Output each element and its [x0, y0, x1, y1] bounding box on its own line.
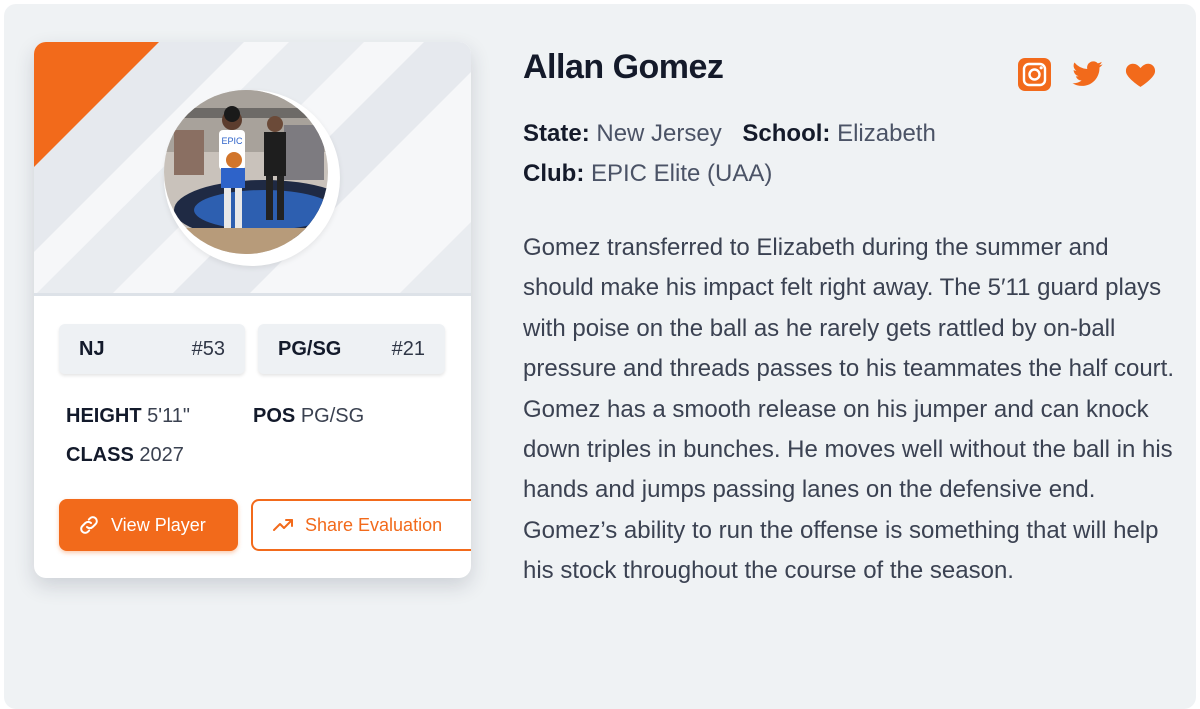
position-rank: #21 — [391, 337, 425, 360]
pos-label: POS — [253, 405, 296, 427]
club-value: EPIC Elite (UAA) — [590, 160, 773, 187]
position-abbrev: PG/SG — [278, 337, 342, 360]
view-player-label: View Player — [111, 514, 206, 535]
heart-icon[interactable] — [1124, 58, 1157, 91]
instagram-icon[interactable] — [1018, 58, 1051, 91]
height-stat: HEIGHT 5'11" — [66, 405, 190, 428]
height-label: HEIGHT — [66, 405, 142, 427]
height-value: 5'11" — [147, 405, 190, 427]
state-rank: #53 — [191, 337, 225, 360]
class-stat: CLASS 2027 — [66, 444, 184, 467]
page-background: EPIC NJ #53 PG/SG #21 HEIGHT 5'11" POS P… — [4, 4, 1196, 709]
state-rank-chip: NJ #53 — [59, 324, 245, 374]
school-info: State: New Jersey School: Elizabeth — [523, 120, 936, 148]
position-rank-chip: PG/SG #21 — [258, 324, 445, 374]
social-links — [1018, 58, 1157, 91]
share-evaluation-label: Share Evaluation — [305, 514, 443, 535]
class-label: CLASS — [66, 444, 134, 466]
state-abbrev: NJ — [79, 337, 105, 360]
state-label: State: — [523, 120, 590, 147]
jersey-text: EPIC — [221, 136, 243, 146]
view-player-button[interactable]: View Player — [59, 499, 238, 551]
club-info: Club: EPIC Elite (UAA) — [523, 160, 772, 188]
share-evaluation-button[interactable]: Share Evaluation — [251, 499, 471, 551]
school-value: Elizabeth — [837, 120, 936, 147]
player-evaluation: Gomez transferred to Elizabeth during th… — [523, 234, 1175, 585]
card-banner: EPIC — [34, 42, 471, 296]
link-icon — [77, 513, 101, 537]
pos-value: PG/SG — [300, 405, 365, 427]
school-label: School: — [742, 120, 831, 147]
twitter-icon[interactable] — [1071, 58, 1104, 91]
player-card: EPIC NJ #53 PG/SG #21 HEIGHT 5'11" POS P… — [34, 42, 471, 578]
class-value: 2027 — [139, 444, 184, 466]
avatar: EPIC — [164, 90, 340, 266]
trend-up-icon — [271, 513, 295, 537]
player-name: Allan Gomez — [523, 48, 724, 86]
position-stat: POS PG/SG — [253, 405, 364, 428]
club-label: Club: — [523, 160, 585, 187]
player-photo: EPIC — [164, 90, 328, 254]
state-value: New Jersey — [596, 120, 722, 147]
